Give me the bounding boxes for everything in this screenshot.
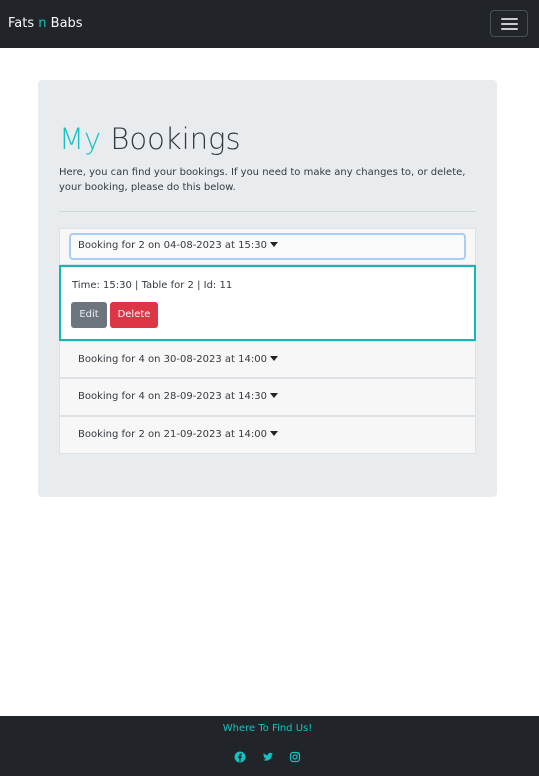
page-title: My Bookings [59,122,241,156]
booking-item[interactable]: Booking for 4 on 30-08-2023 at 14:00 [59,341,476,378]
caret-down-icon [269,356,278,361]
page-title-rest: Bookings [101,122,241,156]
bookings-panel: My Bookings Here, you can find your book… [38,80,497,497]
booking-toggle-label[interactable]: Booking for 4 on 28-09-2023 at 14:30 [78,391,278,402]
delete-button[interactable]: Delete [110,302,158,328]
booking-toggle-label[interactable]: Booking for 4 on 30-08-2023 at 14:00 [78,354,278,365]
brand-text-end: Babs [46,16,83,31]
edit-button[interactable]: Edit [71,302,107,328]
navbar-toggle-button[interactable] [490,10,528,37]
booking-header-text: Booking for 2 on 21-09-2023 at 14:00 [78,429,267,440]
booking-details: Time: 15:30 | Table for 2 | Id: 11 [72,280,233,291]
booking-header-text: Booking for 2 on 04-08-2023 at 15:30 [78,240,267,251]
booking-details-panel: Time: 15:30 | Table for 2 | Id: 11 Edit … [59,265,476,341]
caret-down-icon [269,431,278,436]
caret-down-icon [269,242,278,247]
page-intro: Here, you can find your bookings. If you… [59,167,466,193]
brand-text-start: Fats [8,16,39,31]
booking-header-text: Booking for 4 on 30-08-2023 at 14:00 [78,354,267,365]
social-links [0,743,535,762]
booking-item[interactable]: Booking for 2 on 21-09-2023 at 14:00 [59,416,476,454]
footer: Where To Find Us! [0,716,539,776]
booking-header-text: Booking for 4 on 28-09-2023 at 14:30 [78,391,267,402]
brand-logo[interactable]: Fats n Babs [8,16,83,31]
booking-toggle-label[interactable]: Booking for 2 on 21-09-2023 at 14:00 [78,429,278,440]
booking-item[interactable]: Booking for 4 on 28-09-2023 at 14:30 [59,378,476,416]
page-title-accent: My [59,122,102,156]
brand-text-accent: n [38,16,47,31]
navbar: Fats n Babs [0,0,539,48]
facebook-icon[interactable] [234,748,246,762]
instagram-icon[interactable] [289,748,301,762]
divider [59,211,476,212]
caret-down-icon [269,393,278,398]
footer-heading: Where To Find Us! [222,723,313,734]
twitter-icon[interactable] [262,748,274,761]
booking-item: Booking for 2 on 04-08-2023 at 15:30 [59,228,476,265]
booking-toggle-label[interactable]: Booking for 2 on 04-08-2023 at 15:30 [78,240,278,251]
